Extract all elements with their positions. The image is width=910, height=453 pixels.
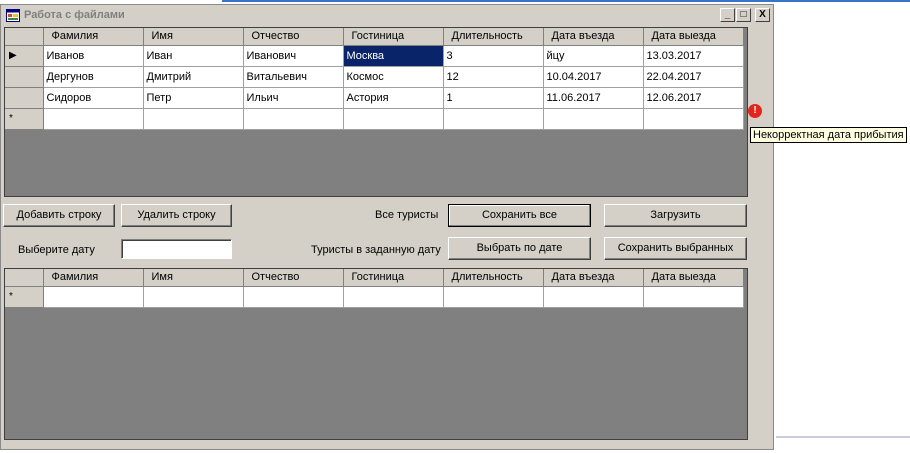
- column-header-duration[interactable]: Длительность: [443, 269, 544, 287]
- column-header-patronymic[interactable]: Отчество: [243, 28, 344, 46]
- table-cell[interactable]: 1: [443, 87, 544, 109]
- delete-row-button[interactable]: Удалить строку: [121, 204, 232, 227]
- row-header[interactable]: [5, 87, 44, 109]
- table-cell[interactable]: Ильич: [243, 87, 344, 109]
- close-button[interactable]: X: [755, 8, 770, 22]
- table-cell[interactable]: Витальевич: [243, 66, 344, 88]
- table-cell[interactable]: Сидоров: [43, 87, 144, 109]
- column-header-surname[interactable]: Фамилия: [43, 28, 144, 46]
- save-all-button[interactable]: Сохранить все: [448, 204, 591, 227]
- all-tourists-label: Все туристы: [375, 209, 439, 221]
- table-cell[interactable]: Астория: [343, 87, 444, 109]
- table-cell[interactable]: 12.06.2017: [643, 87, 744, 109]
- table-cell[interactable]: [243, 108, 344, 130]
- grid-header-row: Фамилия Имя Отчество Гостиница Длительно…: [5, 28, 744, 46]
- column-header-departure-date[interactable]: Дата выезда: [643, 269, 744, 287]
- table-cell[interactable]: Иван: [143, 45, 244, 67]
- table-cell[interactable]: [643, 286, 744, 308]
- row-header-current[interactable]: ▶: [5, 45, 44, 67]
- table-cell[interactable]: 10.04.2017: [543, 66, 644, 88]
- table-cell[interactable]: [143, 108, 244, 130]
- column-header-arrival-date[interactable]: Дата въезда: [543, 28, 644, 46]
- window-title: Работа с файлами: [24, 9, 125, 21]
- table-cell[interactable]: Иванов: [43, 45, 144, 67]
- table-cell[interactable]: 3: [443, 45, 544, 67]
- main-window: Работа с файлами _ □ X Фамилия Имя Отчес…: [0, 4, 774, 450]
- save-selected-button[interactable]: Сохранить выбранных: [604, 237, 747, 260]
- table-cell[interactable]: 13.03.2017: [643, 45, 744, 67]
- filtered-tourists-grid[interactable]: Фамилия Имя Отчество Гостиница Длительно…: [4, 268, 748, 440]
- row-header[interactable]: [5, 66, 44, 88]
- choose-date-label: Выберите дату: [18, 244, 95, 256]
- table-cell[interactable]: 12: [443, 66, 544, 88]
- date-input[interactable]: [121, 239, 232, 259]
- row-header-new[interactable]: *: [5, 108, 44, 130]
- tourists-on-date-label: Туристы в заданную дату: [311, 244, 441, 256]
- column-header-surname[interactable]: Фамилия: [43, 269, 144, 287]
- table-cell[interactable]: [643, 108, 744, 130]
- table-cell[interactable]: Космос: [343, 66, 444, 88]
- new-row[interactable]: *: [5, 108, 744, 130]
- grid-header-row: Фамилия Имя Отчество Гостиница Длительно…: [5, 269, 744, 287]
- table-row[interactable]: Дергунов Дмитрий Витальевич Космос 12 10…: [5, 66, 744, 88]
- column-header-name[interactable]: Имя: [143, 28, 244, 46]
- table-cell[interactable]: Иванович: [243, 45, 344, 67]
- table-row[interactable]: Сидоров Петр Ильич Астория 1 11.06.2017 …: [5, 87, 744, 109]
- table-cell[interactable]: [443, 286, 544, 308]
- error-icon[interactable]: !: [748, 104, 762, 118]
- table-cell[interactable]: Дергунов: [43, 66, 144, 88]
- column-header-patronymic[interactable]: Отчество: [243, 269, 344, 287]
- grid-corner-header[interactable]: [5, 28, 44, 46]
- table-cell[interactable]: [443, 108, 544, 130]
- table-cell[interactable]: [43, 286, 144, 308]
- column-header-hotel[interactable]: Гостиница: [343, 269, 444, 287]
- table-cell-selected[interactable]: Москва: [343, 45, 444, 67]
- load-button[interactable]: Загрузить: [604, 204, 747, 227]
- app-icon: [6, 9, 20, 22]
- add-row-button[interactable]: Добавить строку: [3, 204, 115, 227]
- new-row[interactable]: *: [5, 286, 744, 308]
- row-header-new[interactable]: *: [5, 286, 44, 308]
- bottom-border: [776, 436, 910, 438]
- column-header-name[interactable]: Имя: [143, 269, 244, 287]
- title-bar[interactable]: Работа с файлами _ □ X: [2, 6, 772, 26]
- table-cell[interactable]: йцу: [543, 45, 644, 67]
- grid-corner-header[interactable]: [5, 269, 44, 287]
- table-cell[interactable]: 22.04.2017: [643, 66, 744, 88]
- table-cell[interactable]: [143, 286, 244, 308]
- minimize-button[interactable]: _: [720, 8, 735, 22]
- table-cell[interactable]: [343, 108, 444, 130]
- table-cell[interactable]: [43, 108, 144, 130]
- table-cell[interactable]: [543, 286, 644, 308]
- error-tooltip: Некорректная дата прибытия: [750, 127, 907, 143]
- table-cell[interactable]: [343, 286, 444, 308]
- maximize-button[interactable]: □: [736, 8, 751, 22]
- table-cell[interactable]: Петр: [143, 87, 244, 109]
- table-cell[interactable]: [543, 108, 644, 130]
- column-header-duration[interactable]: Длительность: [443, 28, 544, 46]
- column-header-hotel[interactable]: Гостиница: [343, 28, 444, 46]
- table-row[interactable]: ▶ Иванов Иван Иванович Москва 3 йцу 13.0…: [5, 45, 744, 67]
- table-cell[interactable]: Дмитрий: [143, 66, 244, 88]
- top-border: [0, 0, 910, 2]
- column-header-arrival-date[interactable]: Дата въезда: [543, 269, 644, 287]
- column-header-departure-date[interactable]: Дата выезда: [643, 28, 744, 46]
- table-cell[interactable]: [243, 286, 344, 308]
- select-by-date-button[interactable]: Выбрать по дате: [448, 237, 591, 260]
- table-cell[interactable]: 11.06.2017: [543, 87, 644, 109]
- tourists-grid[interactable]: Фамилия Имя Отчество Гостиница Длительно…: [4, 27, 748, 197]
